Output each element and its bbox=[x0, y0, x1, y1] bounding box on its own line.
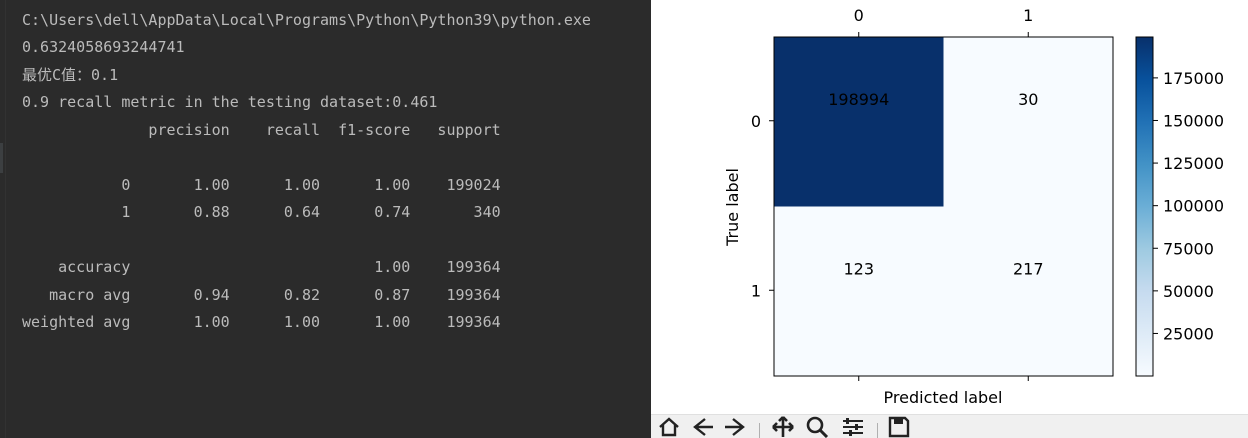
confusion-matrix-chart: 0 1 0 1 198994 30 123 217 Predicted label Tru… bbox=[723, 6, 1224, 407]
cell-value-label: 217 bbox=[1013, 259, 1044, 278]
configure-subplots-icon[interactable] bbox=[841, 415, 865, 438]
colorbar-tick-label: 100000 bbox=[1163, 197, 1224, 216]
y-tick-label: 1 bbox=[751, 281, 761, 300]
pan-icon[interactable] bbox=[771, 415, 795, 438]
console-line-interpreter-path: C:\Users\dell\AppData\Local\Programs\Pyt… bbox=[22, 11, 591, 29]
console-line-score: 0.6324058693244741 bbox=[22, 38, 185, 56]
colorbar bbox=[1135, 36, 1154, 377]
matplotlib-toolbar bbox=[651, 414, 1248, 438]
colorbar-tick-label: 125000 bbox=[1163, 154, 1224, 173]
toolbar-separator bbox=[877, 423, 878, 438]
matrix-cell bbox=[943, 37, 1113, 207]
colorbar-tick-label: 175000 bbox=[1163, 69, 1224, 88]
toolbar-separator bbox=[759, 423, 760, 438]
matrix-cell bbox=[943, 206, 1113, 376]
x-axis-label: Predicted label bbox=[884, 388, 1003, 407]
save-icon[interactable] bbox=[887, 415, 911, 438]
colorbar-tick-label: 150000 bbox=[1163, 111, 1224, 130]
zoom-icon[interactable] bbox=[805, 415, 829, 438]
console-output-panel: C:\Users\dell\AppData\Local\Programs\Pyt… bbox=[0, 0, 651, 438]
x-tick-label: 1 bbox=[1023, 6, 1033, 25]
console-line-weighted-avg: weighted avg 1.00 1.00 1.00 199364 bbox=[22, 313, 501, 331]
forward-icon[interactable] bbox=[723, 415, 747, 438]
console-line-accuracy: accuracy 1.00 199364 bbox=[22, 258, 501, 276]
console-line-report-header: precision recall f1-score support bbox=[22, 121, 501, 139]
y-tick-label: 0 bbox=[751, 112, 761, 131]
matrix-cell bbox=[774, 37, 944, 207]
console-line-recall-metric: 0.9 recall metric in the testing dataset… bbox=[22, 93, 438, 111]
home-icon[interactable] bbox=[657, 415, 681, 438]
console-gutter bbox=[5, 0, 6, 438]
console-line-macro-avg: macro avg 0.94 0.82 0.87 199364 bbox=[22, 286, 501, 304]
colorbar-tick-label: 50000 bbox=[1163, 282, 1214, 301]
colorbar-tick-label: 25000 bbox=[1163, 324, 1214, 343]
back-icon[interactable] bbox=[691, 415, 715, 438]
cell-value-label: 198994 bbox=[828, 90, 889, 109]
colorbar-tick-label: 75000 bbox=[1163, 239, 1214, 258]
console-scroll-marker[interactable] bbox=[0, 143, 3, 173]
x-tick-label: 0 bbox=[854, 6, 864, 25]
cell-value-label: 30 bbox=[1018, 90, 1038, 109]
console-line-class-1: 1 0.88 0.64 0.74 340 bbox=[22, 203, 501, 221]
y-axis-label: True label bbox=[723, 168, 742, 247]
matrix-cell bbox=[774, 206, 944, 376]
cell-value-label: 123 bbox=[843, 259, 874, 278]
figure-window: 0 1 0 1 198994 30 123 217 Predicted label Tru… bbox=[651, 0, 1248, 438]
console-line-best-c: 最优C值：0.1 bbox=[22, 66, 119, 84]
console-line-class-0: 0 1.00 1.00 1.00 199024 bbox=[22, 176, 501, 194]
